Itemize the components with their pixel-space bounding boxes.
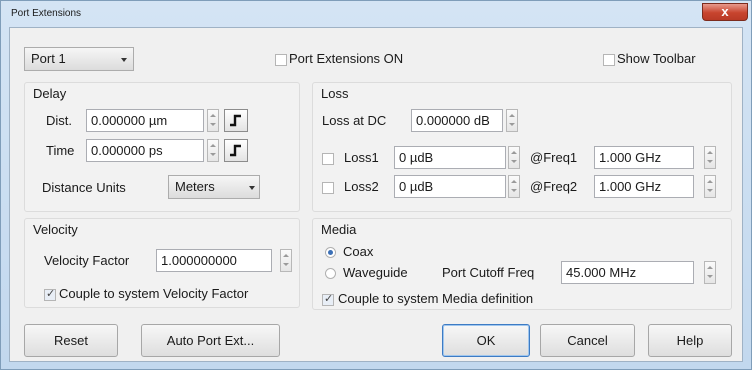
spin-up-icon — [707, 151, 713, 154]
velocity-factor-input[interactable]: 1.000000000 — [156, 249, 272, 272]
close-icon: x — [721, 4, 729, 19]
freq2-input[interactable]: 1.000 GHz — [594, 175, 694, 198]
port-extensions-on-label: Port Extensions ON — [289, 51, 404, 66]
cutoff-freq-input[interactable]: 45.000 MHz — [561, 261, 694, 284]
dist-label: Dist. — [46, 113, 72, 128]
delay-group-title: Delay — [33, 86, 67, 101]
spin-down-icon — [210, 123, 216, 126]
freq2-spinner[interactable] — [704, 175, 716, 198]
couple-media-checkbox[interactable] — [322, 292, 334, 306]
dist-spinner[interactable] — [207, 109, 219, 132]
loss1-input[interactable]: 0 µdB — [394, 146, 506, 169]
step-function-icon — [230, 144, 241, 157]
chevron-down-icon — [249, 186, 255, 190]
auto-port-ext-button[interactable]: Auto Port Ext... — [141, 324, 280, 357]
loss-dc-spinner[interactable] — [506, 109, 518, 132]
loss-dc-input[interactable]: 0.000000 dB — [411, 109, 503, 132]
media-group-title: Media — [321, 222, 357, 237]
loss2-label: Loss2 — [344, 179, 379, 194]
loss2-input[interactable]: 0 µdB — [394, 175, 506, 198]
loss1-checkbox[interactable] — [322, 153, 334, 165]
loss2-checkbox[interactable] — [322, 182, 334, 194]
loss-dc-label: Loss at DC — [322, 113, 387, 128]
loss2-spinner[interactable] — [508, 175, 520, 198]
spin-down-icon — [210, 153, 216, 156]
freq1-spinner[interactable] — [704, 146, 716, 169]
dist-step-button[interactable] — [224, 109, 248, 132]
show-toolbar-label: Show Toolbar — [617, 51, 696, 66]
spin-down-icon — [511, 189, 517, 192]
spin-down-icon — [511, 160, 517, 163]
time-label: Time — [46, 143, 75, 158]
spin-down-icon — [707, 189, 713, 192]
time-input[interactable]: 0.000000 ps — [86, 139, 204, 162]
reset-button[interactable]: Reset — [24, 324, 118, 357]
chevron-down-icon — [121, 58, 127, 62]
port-extensions-on-checkbox[interactable] — [275, 54, 287, 66]
distance-units-select[interactable]: Meters — [168, 175, 260, 199]
spin-up-icon — [210, 144, 216, 147]
spin-up-icon — [283, 254, 289, 257]
spin-up-icon — [509, 114, 515, 117]
spin-up-icon — [210, 114, 216, 117]
loss-group-title: Loss — [321, 86, 349, 101]
spin-up-icon — [707, 266, 713, 269]
waveguide-label: Waveguide — [343, 265, 408, 280]
cutoff-freq-spinner[interactable] — [704, 261, 716, 284]
window-title: Port Extensions — [11, 8, 82, 19]
coax-label: Coax — [343, 244, 374, 259]
spin-up-icon — [511, 151, 517, 154]
step-function-icon — [230, 114, 241, 127]
title-bar[interactable]: Port Extensions x — [2, 2, 752, 28]
help-button[interactable]: Help — [648, 324, 732, 357]
freq2-label: @Freq2 — [530, 179, 578, 194]
dist-input[interactable]: 0.000000 µm — [86, 109, 204, 132]
cancel-button[interactable]: Cancel — [540, 324, 635, 357]
velocity-factor-spinner[interactable] — [280, 249, 292, 272]
spin-up-icon — [707, 180, 713, 183]
distance-units-value: Meters — [175, 179, 215, 194]
velocity-group-title: Velocity — [33, 222, 78, 237]
waveguide-radio[interactable] — [325, 268, 336, 279]
close-button[interactable]: x — [702, 3, 748, 21]
time-step-button[interactable] — [224, 139, 248, 162]
spin-up-icon — [511, 180, 517, 183]
spin-down-icon — [509, 123, 515, 126]
port-select-value: Port 1 — [31, 51, 66, 66]
spin-down-icon — [707, 275, 713, 278]
loss1-label: Loss1 — [344, 150, 379, 165]
loss1-spinner[interactable] — [508, 146, 520, 169]
velocity-factor-label: Velocity Factor — [44, 253, 130, 268]
cutoff-freq-label: Port Cutoff Freq — [442, 265, 535, 280]
ok-button[interactable]: OK — [442, 324, 530, 357]
freq1-label: @Freq1 — [530, 150, 578, 165]
show-toolbar-checkbox[interactable] — [603, 54, 615, 66]
port-select[interactable]: Port 1 — [24, 47, 134, 71]
couple-velocity-checkbox[interactable] — [44, 287, 56, 301]
coax-radio[interactable] — [325, 247, 336, 258]
distance-units-label: Distance Units — [42, 180, 126, 195]
couple-media-label: Couple to system Media definition — [338, 291, 534, 306]
time-spinner[interactable] — [207, 139, 219, 162]
spin-down-icon — [283, 263, 289, 266]
freq1-input[interactable]: 1.000 GHz — [594, 146, 694, 169]
spin-down-icon — [707, 160, 713, 163]
couple-velocity-label: Couple to system Velocity Factor — [59, 286, 249, 301]
